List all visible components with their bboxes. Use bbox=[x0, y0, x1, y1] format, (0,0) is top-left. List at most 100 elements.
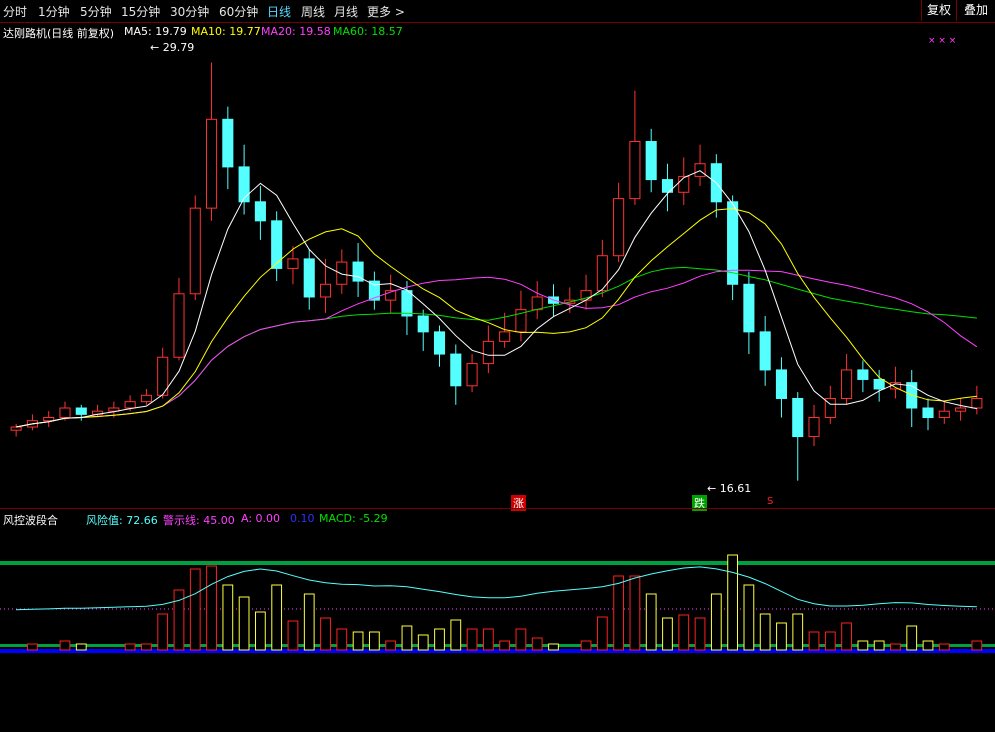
candle-body bbox=[531, 296, 543, 311]
low-value: 16.61 bbox=[719, 482, 752, 495]
candle-body bbox=[971, 397, 983, 409]
risk-line bbox=[16, 566, 977, 611]
histogram-bar bbox=[287, 620, 299, 651]
histogram-bar bbox=[645, 593, 657, 651]
high-annotation: ← 29.79 bbox=[150, 41, 195, 54]
histogram-bar bbox=[792, 613, 804, 651]
ma5-label: MA5: 19.79 bbox=[124, 25, 187, 38]
macd-value: MACD: -5.29 bbox=[319, 512, 388, 525]
histogram-bar bbox=[906, 625, 918, 651]
histogram-bar bbox=[515, 628, 527, 651]
indicator-chart[interactable] bbox=[0, 526, 995, 732]
candle-body bbox=[173, 293, 185, 358]
histogram-bar bbox=[857, 640, 869, 651]
histogram-bar bbox=[303, 593, 315, 651]
period-week[interactable]: 周线 bbox=[301, 3, 325, 20]
high-value: 29.79 bbox=[162, 41, 195, 54]
candle-body bbox=[189, 207, 201, 295]
histogram-bar bbox=[873, 640, 885, 651]
candle-body bbox=[678, 175, 690, 193]
period-15min[interactable]: 15分钟 bbox=[121, 3, 160, 20]
candle-body bbox=[857, 369, 869, 380]
histogram-bar bbox=[75, 643, 87, 651]
histogram-bar bbox=[271, 584, 283, 651]
candle-body bbox=[303, 258, 315, 298]
candle-body bbox=[271, 220, 283, 269]
candle-body bbox=[238, 166, 250, 203]
candle-group bbox=[10, 62, 983, 481]
period-month[interactable]: 月线 bbox=[334, 3, 358, 20]
fuquan-button[interactable]: 复权 bbox=[921, 0, 956, 21]
histogram-bar bbox=[385, 640, 397, 651]
candle-body bbox=[694, 163, 706, 177]
diejia-button[interactable]: 叠加 bbox=[956, 0, 995, 21]
candle-body bbox=[645, 141, 657, 181]
candle-body bbox=[124, 401, 136, 409]
histogram-bar bbox=[727, 554, 738, 651]
candle-body bbox=[254, 201, 266, 222]
histogram-bar bbox=[238, 596, 250, 651]
ma60-label: MA60: 18.57 bbox=[333, 25, 403, 38]
histogram-bar bbox=[401, 625, 413, 651]
low-annotation: ← 16.61 bbox=[707, 482, 752, 495]
candle-body bbox=[466, 363, 478, 387]
more-menu[interactable]: 更多 > bbox=[367, 3, 405, 20]
candle-body bbox=[140, 394, 152, 403]
candle-body bbox=[10, 426, 22, 431]
candle-body bbox=[319, 283, 332, 298]
histogram-bar bbox=[694, 617, 706, 651]
panel-divider bbox=[0, 508, 995, 509]
histogram-bar bbox=[613, 575, 625, 651]
histogram-bar bbox=[743, 584, 755, 651]
chart-title: 达刚路机(日线 前复权) bbox=[3, 27, 115, 40]
period-1min[interactable]: 1分钟 bbox=[38, 3, 70, 20]
candle-body bbox=[336, 261, 348, 285]
candle-body bbox=[743, 283, 755, 333]
candle-body bbox=[401, 290, 413, 317]
histogram-bar bbox=[59, 640, 71, 651]
histogram-bar bbox=[808, 631, 820, 651]
candle-body bbox=[759, 331, 771, 371]
s-signal: S bbox=[767, 496, 774, 507]
candle-body bbox=[792, 397, 804, 438]
period-day[interactable]: 日线 bbox=[267, 3, 291, 20]
histogram-bar bbox=[466, 628, 478, 651]
histogram-bar bbox=[938, 643, 950, 651]
candle-body bbox=[613, 198, 625, 257]
period-30min[interactable]: 30分钟 bbox=[170, 3, 209, 20]
histogram-bar bbox=[759, 613, 771, 651]
candle-body bbox=[368, 280, 380, 301]
candle-body bbox=[433, 331, 446, 355]
histogram-bar bbox=[824, 631, 836, 651]
histogram-bar bbox=[141, 643, 152, 651]
candle-body bbox=[222, 118, 234, 168]
histogram-bar bbox=[320, 617, 331, 651]
candle-body bbox=[808, 417, 820, 438]
histogram-bar bbox=[450, 619, 462, 651]
candle-body bbox=[873, 378, 885, 390]
histogram-bar bbox=[890, 643, 901, 651]
histogram-bar bbox=[971, 640, 983, 651]
candle-body bbox=[450, 353, 462, 387]
candle-body bbox=[43, 417, 55, 422]
histogram-bar bbox=[255, 611, 266, 651]
histogram-bar bbox=[531, 637, 543, 651]
histogram-bar bbox=[124, 643, 136, 651]
a-value: A: 0.00 bbox=[241, 512, 281, 525]
histogram-bar bbox=[678, 614, 690, 651]
candlestick-chart[interactable] bbox=[0, 40, 995, 510]
period-fenshi[interactable]: 分时 bbox=[3, 3, 27, 20]
candle-body bbox=[287, 258, 299, 269]
ma20-label: MA20: 19.58 bbox=[261, 25, 331, 38]
histogram-bar bbox=[499, 640, 511, 651]
histogram-bar bbox=[596, 616, 608, 651]
candle-body bbox=[775, 369, 788, 399]
period-5min[interactable]: 5分钟 bbox=[80, 3, 112, 20]
candle-body bbox=[482, 340, 494, 365]
period-toolbar: 分时 1分钟 5分钟 15分钟 30分钟 60分钟 日线 周线 月线 更多 > … bbox=[0, 0, 995, 23]
period-60min[interactable]: 60分钟 bbox=[219, 3, 258, 20]
histogram-bar bbox=[368, 631, 380, 651]
histogram-bar bbox=[417, 634, 429, 651]
histogram-bar bbox=[922, 640, 934, 651]
histogram-bar bbox=[434, 628, 445, 651]
